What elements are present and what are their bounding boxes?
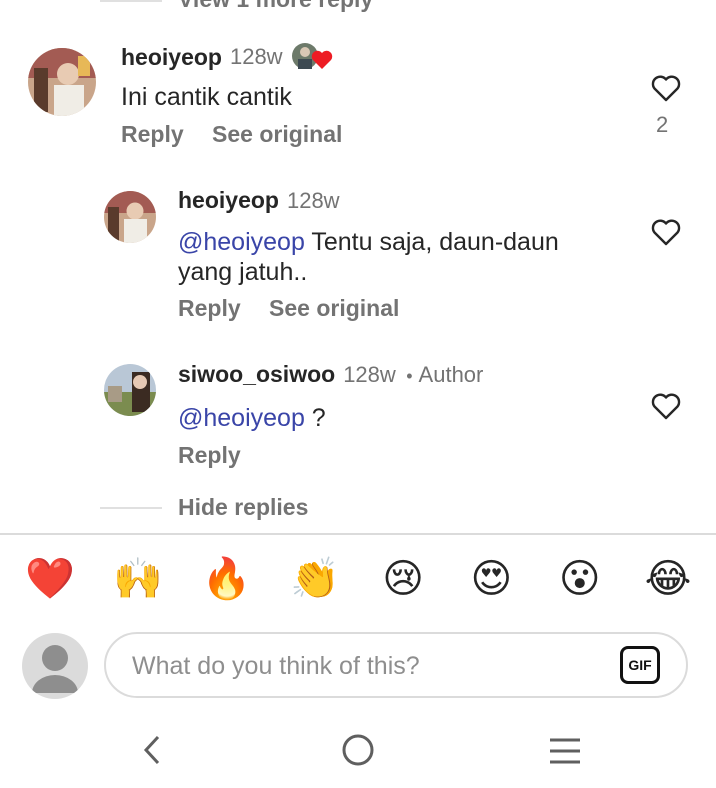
see-original-button[interactable]: See original: [212, 121, 342, 148]
comment-text-part: ?: [304, 404, 326, 432]
reply-thread-line: [100, 0, 162, 2]
emoji-raised-hands[interactable]: 🙌: [110, 551, 166, 607]
recents-icon[interactable]: [548, 736, 582, 766]
emoji-crying[interactable]: 😢: [375, 551, 431, 607]
avatar[interactable]: [28, 48, 96, 116]
reply-thread-line: [100, 507, 162, 509]
comment-header: heoiyeop 128w: [178, 187, 340, 214]
emoji-surprised[interactable]: 😮: [552, 551, 608, 607]
avatar[interactable]: [104, 364, 156, 416]
separator-dot: •: [406, 366, 413, 386]
divider: [0, 533, 716, 535]
see-original-button[interactable]: See original: [269, 295, 399, 322]
reply-button[interactable]: Reply: [178, 442, 241, 469]
username[interactable]: siwoo_osiwoo: [178, 361, 335, 387]
emoji-heart-eyes[interactable]: 😍: [463, 551, 519, 607]
comment-text: @heoiyeop ?: [178, 403, 326, 433]
comment-text: Ini cantik cantik: [121, 83, 292, 111]
comment-input[interactable]: What do you think of this? GIF: [104, 632, 688, 698]
emoji-laughing[interactable]: 😂: [640, 551, 696, 607]
comment-text-part: yang jatuh..: [178, 258, 308, 286]
emoji-heart[interactable]: ❤️: [22, 551, 78, 607]
avatar[interactable]: [104, 191, 156, 243]
timestamp: 128w: [286, 188, 340, 213]
like-heart-icon[interactable]: [650, 216, 682, 248]
gif-button[interactable]: GIF: [620, 646, 660, 684]
comment-header: heoiyeop 128w: [121, 42, 333, 72]
emoji-quick-bar: ❤️ 🙌 🔥 👏 😢 😍 😮 😂: [22, 551, 696, 607]
mention-link[interactable]: @heoiyeop: [178, 228, 305, 256]
author-label: Author: [418, 362, 484, 387]
liked-by-author-badge: [291, 42, 333, 72]
emoji-fire[interactable]: 🔥: [199, 551, 255, 607]
hide-replies-button[interactable]: Hide replies: [178, 494, 308, 521]
comment-input-placeholder: What do you think of this?: [132, 652, 420, 680]
back-icon[interactable]: [138, 733, 168, 767]
reply-button[interactable]: Reply: [121, 121, 184, 148]
timestamp: 128w: [229, 44, 283, 69]
comment-text: @heoiyeop Tentu saja, daun-daun yang jat…: [178, 227, 618, 287]
home-icon[interactable]: [340, 732, 376, 768]
comment-header: siwoo_osiwoo 128w • Author: [178, 361, 483, 388]
timestamp: 128w: [343, 362, 396, 387]
avatar: [22, 633, 88, 699]
comment-text-part: Tentu saja, daun-daun: [304, 228, 559, 256]
view-more-replies-link[interactable]: View 1 more reply: [178, 0, 373, 13]
like-heart-icon[interactable]: [650, 72, 682, 104]
username[interactable]: heoiyeop: [178, 187, 279, 213]
like-heart-icon[interactable]: [650, 390, 682, 422]
username[interactable]: heoiyeop: [121, 44, 222, 71]
emoji-clapping[interactable]: 👏: [287, 551, 343, 607]
reply-button[interactable]: Reply: [178, 295, 241, 322]
mention-link[interactable]: @heoiyeop: [178, 404, 305, 432]
like-count: 2: [656, 112, 669, 137]
